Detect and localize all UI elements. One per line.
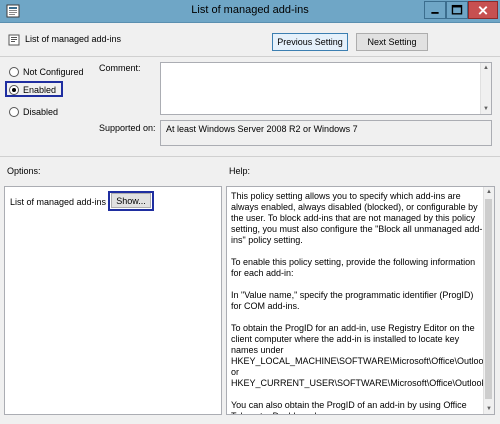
options-panel — [4, 186, 222, 415]
supported-on-field: At least Windows Server 2008 R2 or Windo… — [160, 120, 492, 146]
options-label: Options: — [7, 166, 41, 176]
help-panel: This policy setting allows you to specif… — [226, 186, 495, 415]
help-paragraph: To enable this policy setting, provide t… — [231, 257, 476, 278]
minimize-button[interactable] — [424, 1, 446, 19]
managed-addins-label: List of managed add-ins — [10, 197, 107, 207]
title-bar: List of managed add-ins — [0, 0, 500, 23]
help-text: This policy setting allows you to specif… — [231, 191, 495, 414]
close-icon — [478, 6, 488, 15]
scroll-up-icon[interactable]: ▲ — [484, 187, 494, 197]
minimize-icon — [431, 11, 439, 14]
help-scrollbar[interactable]: ▲ ▼ — [483, 187, 494, 414]
maximize-button[interactable] — [446, 1, 468, 19]
show-button[interactable]: Show... — [111, 193, 151, 208]
close-button[interactable] — [468, 1, 498, 19]
radio-label: Not Configured — [23, 67, 84, 77]
maximize-icon — [451, 4, 463, 15]
radio-circle[interactable] — [9, 107, 19, 117]
comment-scrollbar[interactable]: ▲ ▼ — [480, 63, 491, 114]
policy-name: List of managed add-ins — [25, 34, 122, 44]
help-label: Help: — [229, 166, 251, 176]
next-setting-button[interactable]: Next Setting — [356, 33, 428, 51]
help-paragraph: To obtain the ProgID for an add-in, use … — [231, 323, 495, 388]
comment-label: Comment: — [99, 63, 141, 73]
radio-selected-dot — [12, 88, 16, 92]
radio-label: Disabled — [23, 107, 59, 117]
help-paragraph: You can also obtain the ProgID of an add… — [231, 400, 467, 414]
supported-label: Supported on: — [99, 123, 156, 133]
policy-setting-icon — [8, 34, 20, 46]
previous-setting-button[interactable]: Previous Setting — [272, 33, 348, 51]
supported-value: At least Windows Server 2008 R2 or Windo… — [166, 124, 358, 134]
help-paragraph: In "Value name," specify the programmati… — [231, 290, 474, 311]
header-divider — [0, 56, 500, 57]
comment-field[interactable]: ▲ ▼ — [160, 62, 492, 115]
radio-circle[interactable] — [9, 67, 19, 77]
scroll-up-icon[interactable]: ▲ — [481, 63, 491, 73]
help-paragraph: This policy setting allows you to specif… — [231, 191, 483, 245]
scroll-down-icon[interactable]: ▼ — [484, 404, 494, 414]
radio-label: Enabled — [23, 85, 57, 95]
scroll-down-icon[interactable]: ▼ — [481, 104, 491, 114]
section-divider — [0, 156, 500, 157]
scroll-thumb[interactable] — [485, 199, 492, 399]
radio-circle[interactable] — [9, 85, 19, 95]
